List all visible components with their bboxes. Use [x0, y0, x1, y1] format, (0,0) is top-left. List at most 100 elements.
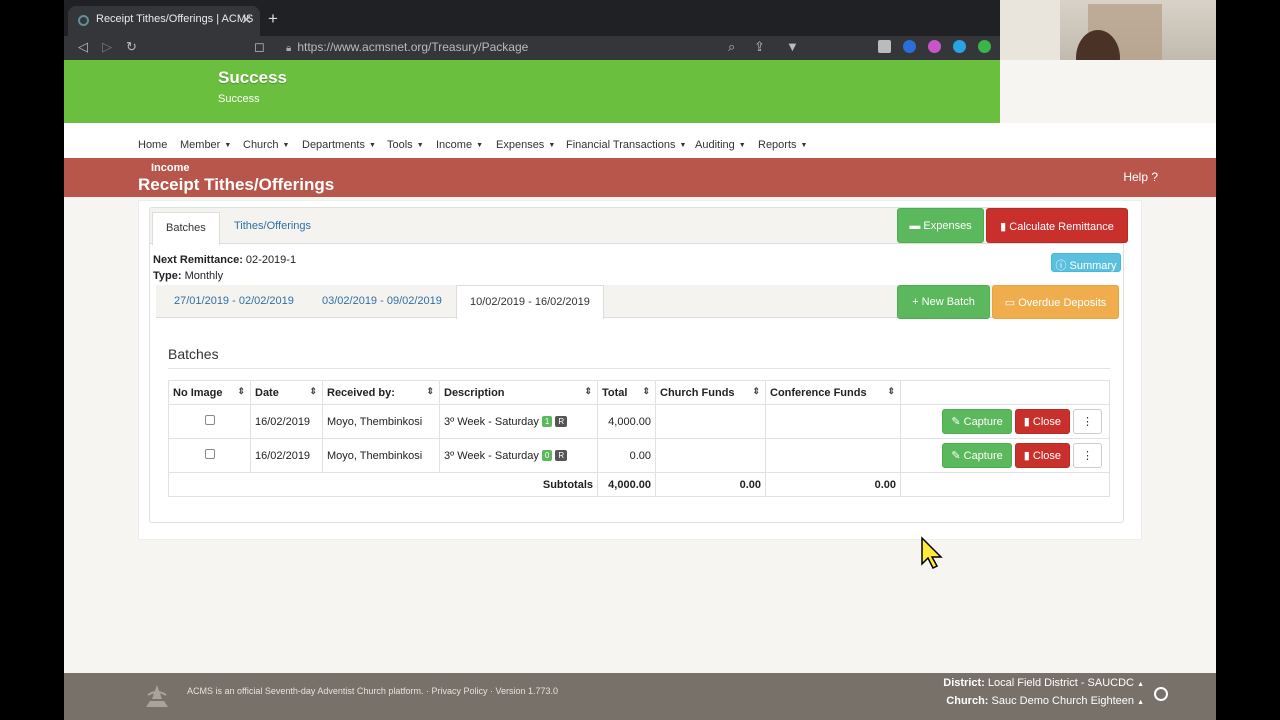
lock-icon: ▮: [1023, 416, 1033, 428]
sort-icon: ⇕: [642, 386, 650, 396]
subtotals-row: Subtotals 4,000.00 0.00 0.00: [168, 472, 1110, 497]
more-options-button[interactable]: ⋮: [1073, 409, 1102, 434]
cart-icon: ▬: [909, 220, 924, 232]
table-row: 16/02/2019 Moyo, Thembinkosi 3º Week - S…: [168, 404, 1110, 439]
page: Success Success Home Member ▼ Church ▼ Dep…: [64, 60, 1216, 720]
column-total[interactable]: Total ⇕: [597, 380, 656, 405]
actions-cell: ✎ Capture ▮ Close ⋮: [900, 438, 1110, 473]
nav-departments[interactable]: Departments ▼: [302, 139, 376, 151]
extension-sync-icon[interactable]: [953, 40, 966, 53]
close-button[interactable]: ▮ Close: [1014, 409, 1070, 434]
column-church-funds[interactable]: Church Funds ⇕: [655, 380, 766, 405]
subtotal-total: 4,000.00: [597, 472, 656, 497]
column-received-by[interactable]: Received by: ⇕: [322, 380, 440, 405]
column-description[interactable]: Description ⇕: [439, 380, 598, 405]
total-cell: 0.00: [597, 438, 656, 473]
no-image-cell: [168, 404, 251, 439]
nav-tools[interactable]: Tools ▼: [387, 139, 424, 151]
extension-doc-icon[interactable]: [878, 40, 891, 53]
count-badge: 0: [541, 449, 553, 461]
conference-funds-cell: [765, 438, 901, 473]
capture-button[interactable]: ✎ Capture: [942, 409, 1012, 434]
tab-tithes-offerings[interactable]: Tithes/Offerings: [234, 220, 311, 232]
extension-grammarly-icon[interactable]: [978, 40, 991, 53]
url-field[interactable]: 🔒︎ https://www.acmsnet.org/Treasury/Packa…: [286, 36, 756, 58]
footer-church[interactable]: Church: Sauc Demo Church Eighteen ▲: [946, 695, 1144, 707]
column-actions: [900, 380, 1110, 405]
overdue-deposits-button[interactable]: ▭ Overdue Deposits: [992, 285, 1119, 319]
content-panel: Batches Tithes/Offerings ▬ Expenses ▮ Ca…: [138, 200, 1142, 540]
sort-icon: ⇕: [309, 386, 317, 396]
chevron-down-icon: ▼: [368, 142, 376, 149]
new-tab-button[interactable]: +: [268, 9, 278, 29]
remittance-type: Type: Monthly: [153, 270, 224, 282]
row-checkbox[interactable]: [204, 449, 215, 459]
description-cell: 3º Week - Saturday 1 R: [439, 404, 598, 439]
sort-icon: ⇕: [752, 386, 760, 396]
chevron-down-icon: ▼: [416, 142, 424, 149]
money-icon: ▭: [1004, 297, 1019, 309]
nav-income[interactable]: Income ▼: [436, 139, 483, 151]
nav-member[interactable]: Member ▼: [180, 139, 231, 151]
help-link[interactable]: Help ?: [1123, 170, 1158, 184]
next-remittance: Next Remittance: 02-2019-1: [153, 254, 297, 266]
share-icon[interactable]: ⇪: [754, 39, 765, 55]
bookmark-icon[interactable]: ◻: [254, 39, 265, 55]
reload-icon[interactable]: ↻: [126, 39, 137, 55]
more-options-button[interactable]: ⋮: [1073, 443, 1102, 468]
extension-color-icon[interactable]: [928, 40, 941, 53]
adventist-logo-icon: [146, 685, 168, 707]
row-checkbox[interactable]: [204, 415, 215, 425]
r-badge: R: [555, 449, 568, 461]
browser-tab[interactable]: Receipt Tithes/Offerings | ACMS ✕: [68, 6, 260, 36]
nav-auditing[interactable]: Auditing ▼: [695, 139, 746, 151]
footer-district[interactable]: District: Local Field District - SAUCDC …: [943, 677, 1144, 689]
chevron-down-icon: ▼: [224, 142, 232, 149]
back-icon[interactable]: ◁: [78, 39, 88, 55]
chevron-down-icon: ▼: [679, 142, 687, 149]
actions-cell: ✎ Capture ▮ Close ⋮: [900, 404, 1110, 439]
refresh-icon[interactable]: [1154, 687, 1168, 701]
footer-text: ACMS is an official Seventh-day Adventis…: [187, 686, 558, 696]
nav-expenses[interactable]: Expenses ▼: [496, 139, 555, 151]
column-no-image[interactable]: No Image ⇕: [168, 380, 251, 405]
nav-home[interactable]: Home: [138, 139, 167, 151]
chevron-down-icon: ▼: [738, 142, 746, 149]
zoom-icon[interactable]: ⌕: [728, 39, 735, 55]
period-tab[interactable]: 27/01/2019 - 02/02/2019: [174, 295, 294, 307]
period-tabs: 27/01/2019 - 02/02/2019 03/02/2019 - 09/…: [156, 285, 1119, 319]
nav-financial-transactions[interactable]: Financial Transactions ▼: [566, 139, 686, 151]
mouse-cursor-icon: [921, 536, 943, 570]
lock-icon: ▮: [1000, 221, 1010, 233]
table-header-row: No Image ⇕ Date ⇕ Received by: ⇕ Descriptio…: [168, 380, 1110, 405]
forward-icon[interactable]: ▷: [102, 39, 112, 55]
package-card: Batches Tithes/Offerings ▬ Expenses ▮ Ca…: [149, 207, 1128, 523]
brave-shield-icon[interactable]: ▼: [786, 39, 799, 54]
lock-icon: 🔒︎: [286, 43, 292, 54]
capture-button[interactable]: ✎ Capture: [942, 443, 1012, 468]
extension-1password-icon[interactable]: [903, 40, 916, 53]
column-date[interactable]: Date ⇕: [250, 380, 323, 405]
nav-church[interactable]: Church ▼: [243, 139, 289, 151]
tab-batches[interactable]: Batches: [152, 212, 220, 245]
close-button[interactable]: ▮ Close: [1014, 443, 1070, 468]
subtotal-church-funds: 0.00: [655, 472, 766, 497]
calculate-remittance-button[interactable]: ▮ Calculate Remittance: [986, 208, 1128, 243]
section-label: Income: [151, 162, 190, 174]
total-cell: 4,000.00: [597, 404, 656, 439]
main-nav: Home Member ▼ Church ▼ Departments ▼ Tools ▼…: [64, 123, 1216, 158]
period-tab[interactable]: 03/02/2019 - 09/02/2019: [322, 295, 442, 307]
nav-reports[interactable]: Reports ▼: [758, 139, 807, 151]
expenses-button[interactable]: ▬ Expenses: [897, 208, 984, 243]
tab-close-icon[interactable]: ✕: [241, 12, 252, 28]
column-conference-funds[interactable]: Conference Funds ⇕: [765, 380, 901, 405]
r-badge: R: [555, 415, 568, 427]
period-tab-active[interactable]: 10/02/2019 - 16/02/2019: [456, 285, 604, 319]
conference-funds-cell: [765, 404, 901, 439]
summary-button[interactable]: ⓘ Summary: [1051, 253, 1121, 272]
new-batch-button[interactable]: + New Batch: [897, 285, 990, 319]
subtotals-label: Subtotals: [168, 472, 598, 497]
info-icon: ⓘ: [1055, 260, 1070, 272]
date-cell: 16/02/2019: [250, 438, 323, 473]
sort-icon: ⇕: [584, 386, 592, 396]
